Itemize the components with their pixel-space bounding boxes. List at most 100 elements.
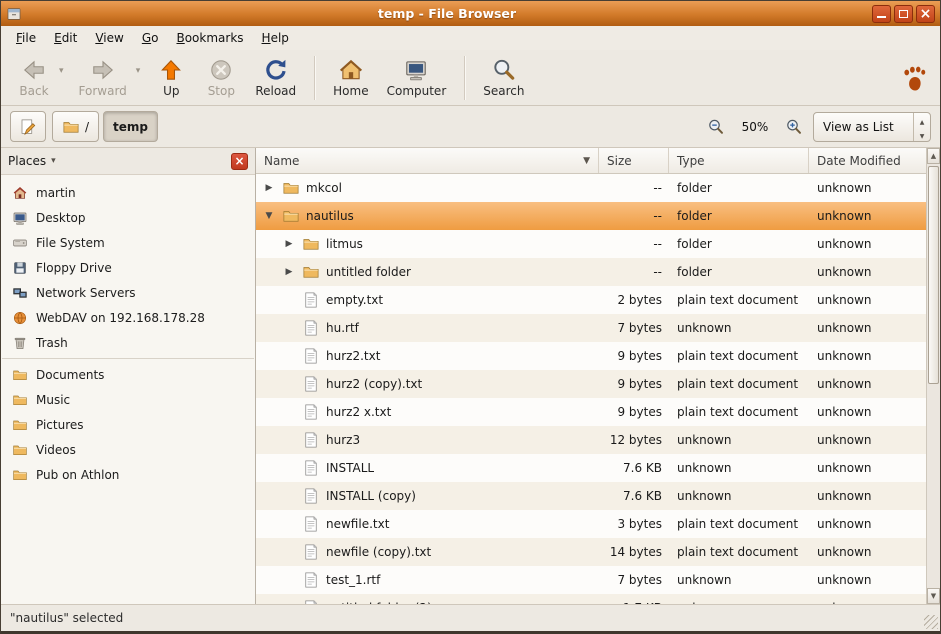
sidebar-item-music[interactable]: Music	[1, 387, 255, 412]
sidebar-item-file-system[interactable]: File System	[1, 230, 255, 255]
menu-item-go[interactable]: Go	[133, 27, 168, 49]
sidebar-item-pictures[interactable]: Pictures	[1, 412, 255, 437]
search-button[interactable]: Search	[474, 53, 533, 103]
file-row[interactable]: hurz2 (copy).txt9 bytesplain text docume…	[256, 370, 926, 398]
menu-item-help[interactable]: Help	[253, 27, 298, 49]
file-size-cell: 14 bytes	[599, 545, 669, 559]
file-row[interactable]: litmus--folderunknown	[256, 230, 926, 258]
sidebar-item-label: Music	[36, 393, 70, 407]
sort-indicator-icon	[583, 156, 590, 166]
status-bar: "nautilus" selected	[1, 604, 940, 631]
computer-button[interactable]: Computer	[378, 53, 456, 103]
file-row[interactable]: hurz2 x.txt9 bytesplain text documentunk…	[256, 398, 926, 426]
title-bar[interactable]: temp - File Browser	[1, 1, 940, 26]
file-row[interactable]: INSTALL7.6 KBunknownunknown	[256, 454, 926, 482]
file-row[interactable]: mkcol--folderunknown	[256, 174, 926, 202]
places-list: martinDesktopFile SystemFloppy Drive Netw…	[1, 175, 255, 487]
file-row[interactable]: hu.rtf7 bytesunknownunknown	[256, 314, 926, 342]
gnome-throbber-icon	[898, 63, 928, 93]
minimize-button[interactable]	[872, 5, 891, 23]
file-date-cell: unknown	[809, 489, 926, 503]
menu-item-edit[interactable]: Edit	[45, 27, 86, 49]
column-header-name[interactable]: Name	[256, 148, 599, 173]
expander-icon[interactable]	[262, 183, 276, 193]
up-button[interactable]: Up	[146, 53, 196, 103]
home-label: Home	[333, 84, 368, 98]
sidebar-item-documents[interactable]: Documents	[1, 362, 255, 387]
file-row[interactable]: untitled folder--folderunknown	[256, 258, 926, 286]
sidebar-item-label: Network Servers	[36, 286, 136, 300]
combo-spinner-icon[interactable]	[913, 113, 930, 141]
file-row[interactable]: newfile.txt3 bytesplain text documentunk…	[256, 510, 926, 538]
edit-location-button[interactable]	[10, 111, 46, 142]
scroll-up-icon[interactable]	[927, 148, 940, 164]
file-row[interactable]: nautilus--folderunknown	[256, 202, 926, 230]
path-segment-temp[interactable]: temp	[103, 111, 158, 142]
forward-button[interactable]: Forward	[70, 53, 136, 103]
maximize-button[interactable]	[894, 5, 913, 23]
menu-item-bookmarks[interactable]: Bookmarks	[167, 27, 252, 49]
zoom-out-button[interactable]	[703, 114, 729, 140]
vertical-scrollbar[interactable]	[926, 148, 940, 604]
file-row[interactable]: empty.txt2 bytesplain text documentunkno…	[256, 286, 926, 314]
file-type-cell: unknown	[669, 461, 809, 475]
column-header-size[interactable]: Size	[599, 148, 669, 173]
back-button[interactable]: Back	[9, 53, 59, 103]
scrollbar-track[interactable]	[927, 164, 940, 588]
places-header[interactable]: Places	[1, 148, 255, 175]
file-row[interactable]: test_1.rtf7 bytesunknownunknown	[256, 566, 926, 594]
menu-item-view[interactable]: View	[86, 27, 132, 49]
file-row[interactable]: hurz2.txt9 bytesplain text documentunkno…	[256, 342, 926, 370]
file-size-cell: 9 bytes	[599, 377, 669, 391]
back-dropdown-icon[interactable]	[59, 66, 70, 90]
file-size-cell: 7 bytes	[599, 321, 669, 335]
sidebar-item-network-servers[interactable]: Network Servers	[1, 280, 255, 305]
reload-button[interactable]: Reload	[246, 53, 305, 103]
file-name-cell: mkcol	[256, 179, 599, 197]
view-mode-combo[interactable]: View as List	[813, 112, 931, 142]
close-button[interactable]	[916, 5, 935, 23]
file-list-area: NameSizeTypeDate Modified mkcol--folderu…	[256, 148, 926, 604]
path-segment-root[interactable]: /	[52, 111, 99, 142]
file-row[interactable]: INSTALL (copy)7.6 KBunknownunknown	[256, 482, 926, 510]
sidebar-item-pub-on-athlon[interactable]: Pub on Athlon	[1, 462, 255, 487]
sidebar-item-videos[interactable]: Videos	[1, 437, 255, 462]
text-icon	[302, 431, 320, 449]
file-name-label: hurz2.txt	[326, 349, 380, 363]
resize-grip[interactable]	[924, 615, 938, 629]
forward-dropdown-icon[interactable]	[136, 66, 147, 90]
sidebar-item-trash[interactable]: Trash	[1, 330, 255, 355]
file-size-cell: --	[599, 237, 669, 251]
file-type-cell: unknown	[669, 573, 809, 587]
sidebar-item-webdav-on-192-168-178-28[interactable]: WebDAV on 192.168.178.28	[1, 305, 255, 330]
text-icon	[302, 319, 320, 337]
menu-item-file[interactable]: File	[7, 27, 45, 49]
file-name-cell: INSTALL	[256, 459, 599, 477]
column-header-date-modified[interactable]: Date Modified	[809, 148, 926, 173]
places-close-button[interactable]	[231, 153, 248, 170]
sidebar-item-martin[interactable]: martin	[1, 180, 255, 205]
scroll-down-icon[interactable]	[927, 588, 940, 604]
expander-icon[interactable]	[262, 211, 276, 221]
stop-icon	[208, 57, 234, 83]
file-row[interactable]: hurz312 bytesunknownunknown	[256, 426, 926, 454]
computer-label: Computer	[387, 84, 447, 98]
file-date-cell: unknown	[809, 433, 926, 447]
stop-button[interactable]: Stop	[196, 53, 246, 103]
home-button[interactable]: Home	[324, 53, 377, 103]
path-bar: /temp	[52, 111, 158, 142]
sidebar-item-desktop[interactable]: Desktop	[1, 205, 255, 230]
sidebar-item-floppy-drive[interactable]: Floppy Drive	[1, 255, 255, 280]
expander-icon[interactable]	[282, 239, 296, 249]
column-header-type[interactable]: Type	[669, 148, 809, 173]
expander-icon[interactable]	[282, 267, 296, 277]
reload-icon	[263, 57, 289, 83]
file-row[interactable]: newfile (copy).txt14 bytesplain text doc…	[256, 538, 926, 566]
toolbar-separator	[314, 56, 315, 100]
zoom-in-button[interactable]	[781, 114, 807, 140]
file-row[interactable]: untitled folder (2)1.7 KBunknownunknown	[256, 594, 926, 604]
scrollbar-thumb[interactable]	[928, 166, 939, 384]
file-date-cell: unknown	[809, 461, 926, 475]
places-dropdown-icon[interactable]	[51, 156, 56, 166]
back-arrow-icon	[21, 57, 47, 83]
